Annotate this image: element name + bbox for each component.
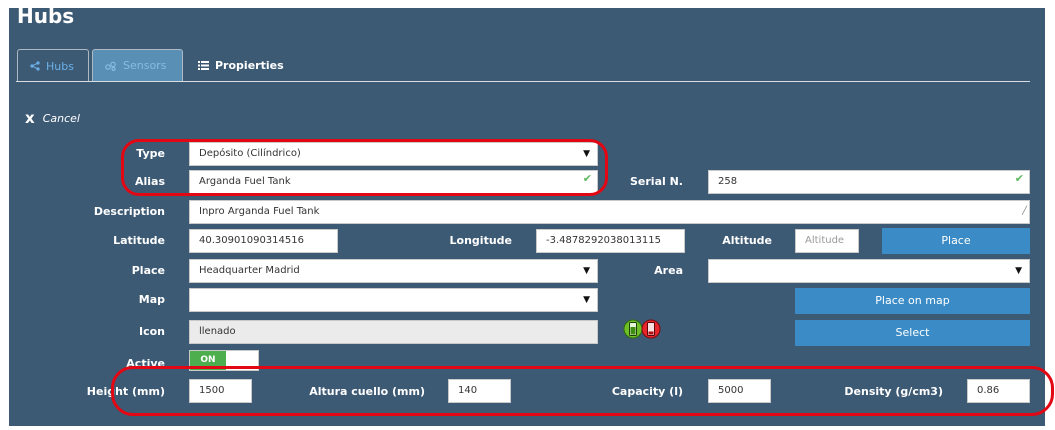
- latitude-label: Latitude: [113, 234, 165, 247]
- place-button[interactable]: Place: [882, 228, 1030, 254]
- neck-height-field[interactable]: 140: [448, 379, 511, 403]
- latitude-field-value: 40.30901090314516: [199, 235, 304, 246]
- altitude-field[interactable]: Altitude: [795, 229, 859, 253]
- description-field-value: Inpro Arganda Fuel Tank: [199, 206, 320, 217]
- place-on-map-button[interactable]: Place on map: [795, 288, 1030, 314]
- capacity-field-value: 5000: [718, 385, 744, 396]
- neck-height-label: Altura cuello (mm): [309, 385, 425, 398]
- altitude-placeholder: Altitude: [805, 235, 845, 246]
- sensors-icon: [105, 61, 116, 71]
- description-label: Description: [93, 205, 165, 218]
- area-label: Area: [654, 264, 683, 277]
- tab-sensors[interactable]: Sensors: [92, 49, 183, 82]
- active-toggle-on: ON: [190, 351, 226, 370]
- place-select-value: Headquarter Madrid: [199, 265, 300, 276]
- chevron-down-icon: ▼: [583, 149, 590, 159]
- height-label: Height (mm): [86, 385, 165, 398]
- altitude-label: Altitude: [722, 234, 772, 247]
- close-icon: x: [25, 109, 35, 127]
- serial-field[interactable]: 258 ✔: [708, 170, 1030, 194]
- serial-field-value: 258: [718, 176, 738, 187]
- capacity-field[interactable]: 5000: [708, 379, 771, 403]
- active-label: Active: [126, 357, 165, 370]
- page-title: Hubs: [17, 4, 75, 28]
- alias-field-value: Arganda Fuel Tank: [199, 176, 291, 187]
- density-field[interactable]: 0.86: [967, 379, 1030, 403]
- select-button[interactable]: Select: [795, 320, 1030, 346]
- icon-field: llenado: [189, 320, 598, 344]
- longitude-field-value: -3.4878292038013115: [546, 235, 661, 246]
- longitude-label: Longitude: [449, 234, 512, 247]
- tab-divider: [16, 81, 1030, 82]
- type-label: Type: [136, 147, 165, 160]
- chevron-down-icon: ▼: [583, 266, 590, 276]
- map-select[interactable]: ▼: [189, 288, 598, 312]
- check-icon: ✔: [1014, 172, 1024, 185]
- list-icon: [198, 61, 209, 70]
- check-icon: ✔: [582, 172, 592, 185]
- chevron-down-icon: ▼: [1015, 266, 1022, 276]
- chevron-down-icon: ▼: [583, 295, 590, 305]
- tank-level-icons: [623, 319, 661, 339]
- capacity-label: Capacity (l): [611, 385, 683, 398]
- density-label: Density (g/cm3): [844, 385, 943, 398]
- alias-field[interactable]: Arganda Fuel Tank ✔: [189, 170, 598, 194]
- alias-label: Alias: [134, 175, 165, 188]
- cancel-label: Cancel: [42, 111, 80, 125]
- active-toggle[interactable]: ON: [189, 350, 259, 371]
- share-icon: [30, 61, 40, 71]
- tab-properties-label: Propierties: [215, 59, 284, 72]
- tab-properties[interactable]: Propierties: [186, 49, 296, 82]
- density-field-value: 0.86: [977, 385, 1000, 396]
- neck-height-field-value: 140: [458, 385, 478, 396]
- cancel-link[interactable]: x Cancel: [25, 109, 80, 127]
- tab-sensors-label: Sensors: [123, 59, 167, 72]
- icon-label: Icon: [138, 325, 165, 338]
- place-label: Place: [131, 264, 165, 277]
- tab-hubs[interactable]: Hubs: [17, 49, 89, 82]
- map-label: Map: [138, 293, 165, 306]
- height-field[interactable]: 1500: [189, 379, 252, 403]
- icon-field-value: llenado: [199, 326, 236, 337]
- area-select[interactable]: ▼: [708, 259, 1030, 283]
- latitude-field[interactable]: 40.30901090314516: [189, 229, 338, 253]
- type-select[interactable]: Depósito (Cilíndrico) ▼: [189, 142, 598, 166]
- type-select-value: Depósito (Cilíndrico): [199, 148, 301, 159]
- height-field-value: 1500: [199, 385, 225, 396]
- serial-label: Serial N.: [630, 175, 683, 188]
- longitude-field[interactable]: -3.4878292038013115: [536, 229, 685, 253]
- place-select[interactable]: Headquarter Madrid ▼: [189, 259, 598, 283]
- description-field[interactable]: Inpro Arganda Fuel Tank ╱: [189, 200, 1030, 224]
- resize-handle-icon[interactable]: ╱: [1022, 201, 1027, 222]
- tab-hubs-label: Hubs: [46, 59, 74, 73]
